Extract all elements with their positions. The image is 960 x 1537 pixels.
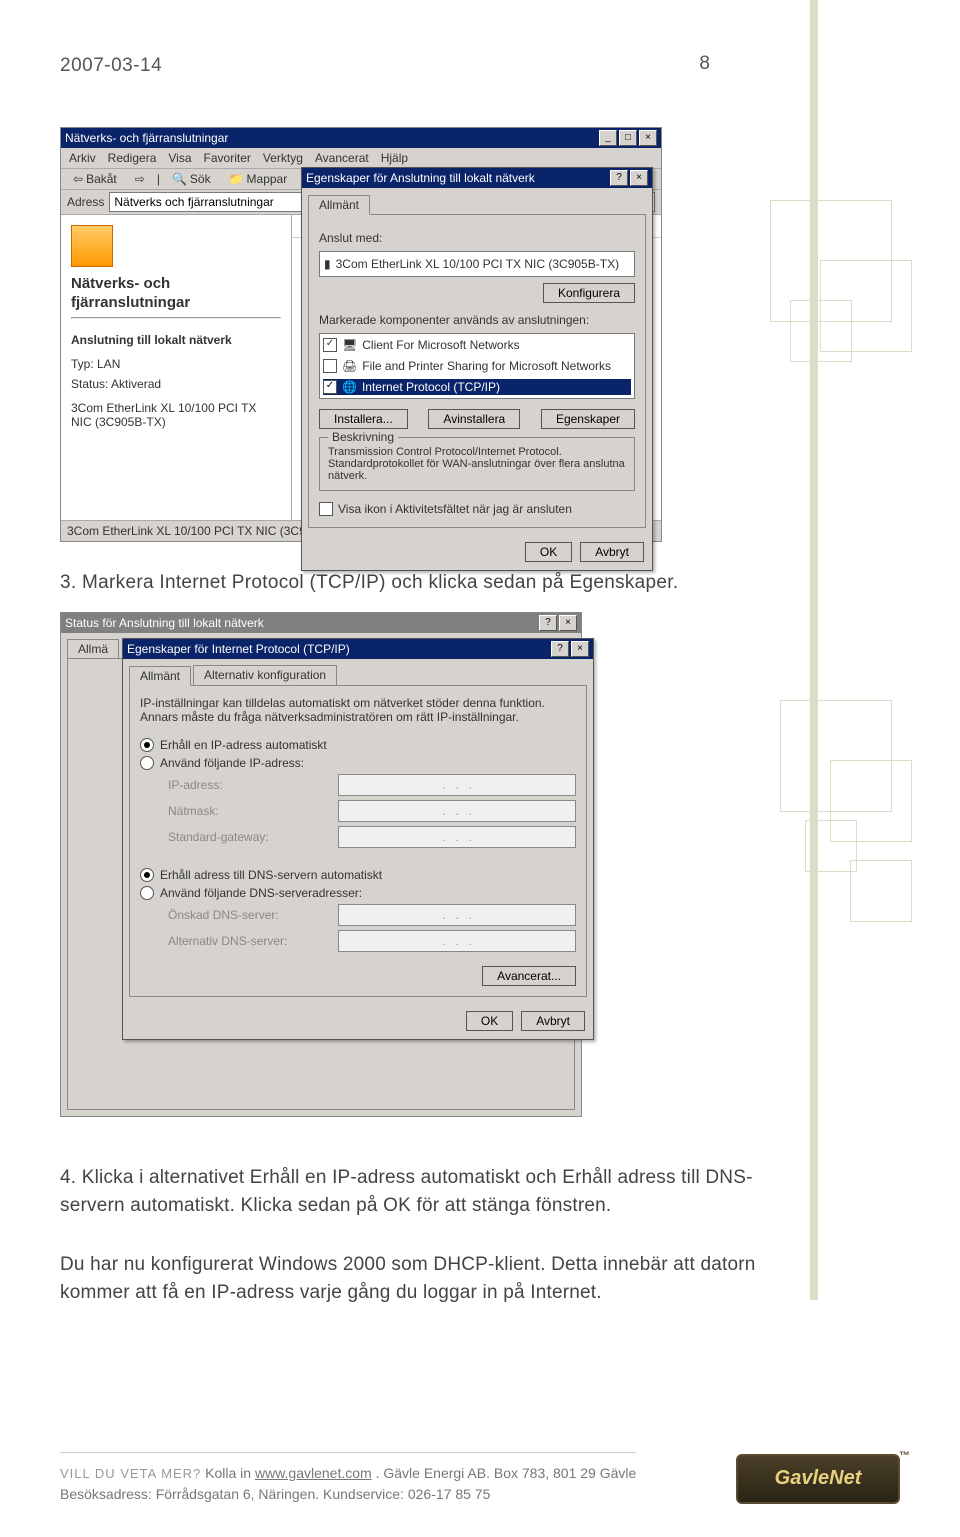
tab-allmant[interactable]: Allmänt: [129, 666, 191, 686]
menu-redigera[interactable]: Redigera: [108, 151, 157, 165]
tab-allma-back[interactable]: Allmä: [67, 639, 119, 658]
dns2-field: Alternativ DNS-server:. . .: [168, 930, 576, 952]
cancel-button[interactable]: Avbryt: [580, 542, 644, 562]
install-button[interactable]: Installera...: [319, 409, 408, 429]
component-client[interactable]: ✓🖥 Client For Microsoft Networks: [323, 337, 631, 353]
step-4-text: 4. Klicka i alternativet Erhåll en IP-ad…: [60, 1164, 790, 1219]
properties-button[interactable]: Egenskaper: [541, 409, 635, 429]
description-legend: Beskrivning: [328, 430, 398, 444]
close-icon[interactable]: ×: [630, 170, 648, 186]
tcpip-properties-dialog: Egenskaper för Internet Protocol (TCP/IP…: [122, 638, 594, 1040]
header-date: 2007-03-14: [60, 55, 900, 77]
back-button[interactable]: ⇦ Bakåt: [67, 171, 123, 187]
dns1-field: Önskad DNS-server:. . .: [168, 904, 576, 926]
back-window-title: Status för Anslutning till lokalt nätver…: [65, 616, 264, 630]
dialog-title: Egenskaper för Anslutning till lokalt nä…: [306, 171, 535, 185]
forward-button[interactable]: ⇨: [129, 171, 151, 187]
component-tcpip[interactable]: ✓🌐 Internet Protocol (TCP/IP): [323, 379, 631, 395]
menu-arkiv[interactable]: Arkiv: [69, 151, 96, 165]
folders-button[interactable]: 📁Mappar: [223, 171, 294, 187]
close-icon[interactable]: ×: [571, 641, 589, 657]
footer-line-2: Besöksadress: Förrådsgatan 6, Näringen. …: [60, 1486, 490, 1502]
menu-visa[interactable]: Visa: [168, 151, 191, 165]
nic-icon: ▮: [324, 257, 331, 271]
step-3-text: 3. Markera Internet Protocol (TCP/IP) oc…: [60, 572, 900, 594]
uninstall-button[interactable]: Avinstallera: [428, 409, 520, 429]
close-icon[interactable]: ×: [559, 615, 577, 631]
components-label: Markerade komponenter används av anslutn…: [319, 313, 635, 327]
connect-with-label: Anslut med:: [319, 231, 635, 245]
footer-text-1a: Kolla in: [205, 1465, 255, 1481]
advanced-button[interactable]: Avancerat...: [482, 966, 576, 986]
tab-alternativ[interactable]: Alternativ konfiguration: [193, 665, 337, 685]
maximize-icon[interactable]: □: [619, 130, 637, 146]
menu-hjalp[interactable]: Hjälp: [381, 151, 408, 165]
gavlenet-logo: GavleNet: [736, 1454, 900, 1504]
show-icon-checkbox[interactable]: Visa ikon i Aktivitetsfältet när jag är …: [319, 501, 635, 517]
footer-text-1b: . Gävle Energi AB. Box 783, 801 29 Gävle: [376, 1465, 637, 1481]
cancel-button[interactable]: Avbryt: [521, 1011, 585, 1031]
radio-auto-ip[interactable]: Erhåll en IP-adress automatiskt: [140, 738, 576, 752]
nic-label-2: NIC (3C905B-TX): [71, 415, 281, 429]
menu-verktyg[interactable]: Verktyg: [263, 151, 303, 165]
configure-button[interactable]: Konfigurera: [543, 283, 635, 303]
footer-lead: VILL DU VETA MER?: [60, 1466, 201, 1481]
radio-auto-dns[interactable]: Erhåll adress till DNS-servern automatis…: [140, 868, 576, 882]
help-icon[interactable]: ?: [539, 615, 557, 631]
minimize-icon[interactable]: _: [599, 130, 617, 146]
header-page-number: 8: [699, 53, 710, 75]
address-label: Adress: [67, 195, 104, 209]
left-pane-title: Nätverks- och: [71, 275, 281, 292]
component-fileprint[interactable]: 🖨 File and Printer Sharing for Microsoft…: [323, 358, 631, 374]
connection-properties-dialog: Egenskaper för Anslutning till lokalt nä…: [301, 167, 653, 571]
folder-icon: [71, 225, 113, 267]
window-title: Nätverks- och fjärranslutningar: [65, 131, 228, 145]
footer-url[interactable]: www.gavlenet.com: [255, 1465, 372, 1481]
screenshot-network-connections: Nätverks- och fjärranslutningar _ □ × Ar…: [60, 127, 662, 542]
close-icon[interactable]: ×: [639, 130, 657, 146]
nic-label-1: 3Com EtherLink XL 10/100 PCI TX: [71, 401, 281, 415]
left-pane-title-2: fjärranslutningar: [71, 294, 281, 311]
step-4-result-text: Du har nu konfigurerat Windows 2000 som …: [60, 1251, 790, 1306]
description-text: Transmission Control Protocol/Internet P…: [328, 446, 626, 482]
gateway-field: Standard-gateway:. . .: [168, 826, 576, 848]
tab-allmant[interactable]: Allmänt: [308, 195, 370, 215]
radio-manual-ip[interactable]: Använd följande IP-adress:: [140, 756, 576, 770]
netmask-field: Nätmask:. . .: [168, 800, 576, 822]
search-button[interactable]: 🔍Sök: [166, 171, 217, 187]
help-icon[interactable]: ?: [610, 170, 628, 186]
screenshot-tcpip-properties: Status för Anslutning till lokalt nätver…: [60, 612, 660, 1132]
ip-address-field: IP-adress:. . .: [168, 774, 576, 796]
menu-bar: Arkiv Redigera Visa Favoriter Verktyg Av…: [61, 148, 661, 169]
decorative-sidebar: [710, 0, 930, 1300]
nic-field: ▮ 3Com EtherLink XL 10/100 PCI TX NIC (3…: [319, 251, 635, 277]
menu-avancerat[interactable]: Avancerat: [315, 151, 369, 165]
help-icon[interactable]: ?: [551, 641, 569, 657]
connection-type: Typ: LAN: [71, 357, 281, 371]
connection-name: Anslutning till lokalt nätverk: [71, 333, 281, 347]
connection-status: Status: Aktiverad: [71, 377, 281, 391]
ok-button[interactable]: OK: [466, 1011, 513, 1031]
menu-favoriter[interactable]: Favoriter: [204, 151, 251, 165]
ok-button[interactable]: OK: [525, 542, 572, 562]
page-footer: VILL DU VETA MER? Kolla in www.gavlenet.…: [60, 1452, 900, 1505]
radio-manual-dns[interactable]: Använd följande DNS-serveradresser:: [140, 886, 576, 900]
intro-text: IP-inställningar kan tilldelas automatis…: [140, 696, 576, 724]
dialog-title: Egenskaper för Internet Protocol (TCP/IP…: [127, 642, 350, 656]
